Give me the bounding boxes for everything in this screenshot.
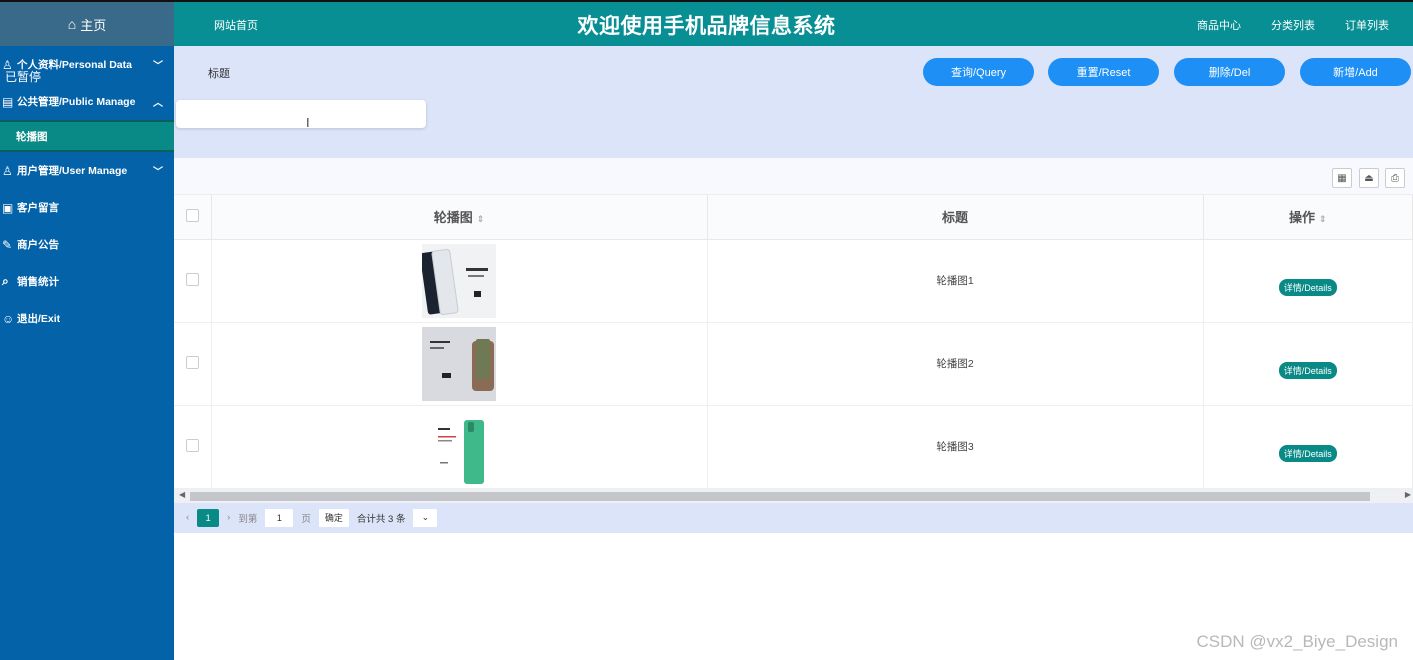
nav-order-list[interactable]: 订单列表 [1345, 17, 1389, 33]
column-header-image[interactable]: 轮播图 ⇕ [211, 195, 708, 240]
action-cell: 详情/Details [1203, 239, 1413, 323]
reset-button[interactable]: 重置/Reset [1048, 58, 1159, 86]
title-cell: 轮播图1 [707, 239, 1204, 323]
carousel-image-cell [211, 239, 708, 323]
user-icon: ♙ [2, 163, 13, 178]
title-cell: 轮播图2 [707, 322, 1204, 406]
sidebar-item-merchant-notice[interactable]: ✎ 商户公告 [0, 226, 174, 263]
sidebar-item-personal-data[interactable]: ♙ 个人资料/Personal Data ﹀ 已暂停 [0, 46, 174, 85]
chevron-down-icon: ⌄ [421, 512, 430, 522]
top-nav: 商品中心 分类列表 订单列表 [1197, 17, 1389, 33]
row-checkbox[interactable] [185, 355, 199, 369]
pagination: ‹ 1 › 到第 1 页 确定 合计共 3 条 ⌄ [174, 502, 1413, 533]
scrollbar-thumb[interactable] [190, 491, 1370, 501]
nav-category-list[interactable]: 分类列表 [1271, 17, 1315, 33]
row-select-cell [174, 405, 212, 489]
table-row: 轮播图1 详情/Details [174, 239, 1413, 323]
goto-page-input[interactable]: 1 [265, 508, 294, 527]
column-header-label: 操作 [1288, 210, 1315, 226]
message-icon: ▣ [2, 200, 14, 215]
exit-icon: ☺ [2, 311, 15, 326]
nav-product-center[interactable]: 商品中心 [1197, 17, 1241, 33]
goto-confirm-button[interactable]: 确定 [318, 508, 349, 527]
carousel-thumbnail-image [422, 409, 496, 484]
carousel-thumbnail-image [422, 243, 496, 318]
carousel-image-cell [211, 322, 708, 406]
column-header-action[interactable]: 操作 ⇕ [1203, 195, 1413, 240]
table-toolbar: ▦ ⏏ ⎙ [174, 158, 1413, 195]
sidebar-item-label: 销售统计 [17, 276, 59, 288]
row-checkbox[interactable] [185, 438, 199, 452]
notice-icon: ✎ [2, 237, 13, 252]
table-row: 轮播图3 详情/Details [174, 405, 1413, 489]
goto-suffix-label: 页 [301, 513, 311, 525]
sort-icon[interactable]: ⇕ [1319, 214, 1327, 224]
page-number-current[interactable]: 1 [197, 508, 220, 527]
prev-page-icon[interactable]: ‹ [186, 512, 189, 523]
sidebar-item-customer-message[interactable]: ▣ 客户留言 [0, 189, 174, 226]
sidebar-item-public-manage[interactable]: ▤ 公共管理/Public Manage ︿ [0, 83, 174, 120]
page-size-select[interactable]: ⌄ [413, 508, 438, 527]
total-count-label: 合计共 3 条 [356, 513, 406, 525]
select-all-cell [174, 195, 212, 240]
row-checkbox[interactable] [185, 272, 199, 286]
sort-icon[interactable]: ⇕ [477, 214, 485, 224]
sidebar-item-user-manage[interactable]: ♙ 用户管理/User Manage ﹀ [0, 152, 174, 189]
horizontal-scrollbar[interactable]: ◀ ▶ [174, 488, 1413, 503]
goto-prefix-label: 到第 [238, 513, 258, 525]
sidebar-item-label: 公共管理/Public Manage [17, 96, 136, 108]
row-select-cell [174, 322, 212, 406]
sidebar-item-label: 退出/Exit [17, 313, 61, 325]
add-button[interactable]: 新增/Add [1300, 58, 1411, 86]
columns-icon[interactable]: ▦ [1332, 168, 1352, 188]
watermark-text: CSDN @vx2_Biye_Design [1196, 632, 1398, 651]
sidebar-item-exit[interactable]: ☺ 退出/Exit [0, 300, 174, 337]
action-cell: 详情/Details [1203, 322, 1413, 406]
search-panel: 标题 I 查询/Query 重置/Reset 删除/Del 新增/Add [174, 46, 1413, 158]
next-page-icon[interactable]: › [227, 512, 230, 523]
sidebar-item-label: 轮播图 [16, 130, 48, 143]
table-row: 轮播图2 详情/Details [174, 322, 1413, 406]
text-cursor-icon: I [306, 115, 310, 130]
chevron-down-icon: ﹀ [153, 167, 163, 178]
details-button[interactable]: 详情/Details [1278, 445, 1337, 462]
sidebar-item-label: 商户公告 [17, 239, 59, 251]
sidebar-item-label: 客户留言 [17, 202, 59, 214]
details-button[interactable]: 详情/Details [1278, 362, 1337, 379]
export-icon[interactable]: ⏏ [1359, 168, 1379, 188]
column-header-label: 标题 [941, 210, 968, 226]
title-cell: 轮播图3 [707, 405, 1204, 489]
column-header-title: 标题 [707, 195, 1204, 240]
sidebar: ♙ 个人资料/Personal Data ﹀ 已暂停 ▤ 公共管理/Public… [0, 46, 174, 660]
scroll-right-icon[interactable]: ▶ [1405, 490, 1411, 499]
print-icon[interactable]: ⎙ [1385, 168, 1405, 188]
action-cell: 详情/Details [1203, 405, 1413, 489]
scroll-left-icon[interactable]: ◀ [179, 490, 185, 499]
chevron-up-icon: ︿ [153, 98, 163, 109]
title-filter-label: 标题 [208, 68, 230, 80]
carousel-image-cell [211, 405, 708, 489]
chevron-down-icon: ﹀ [153, 61, 163, 72]
chart-icon: ⌕ [2, 274, 9, 288]
carousel-thumbnail-image [422, 326, 496, 401]
sidebar-item-label: 用户管理/User Manage [17, 165, 128, 177]
title-filter-input[interactable] [176, 100, 426, 128]
row-select-cell [174, 239, 212, 323]
data-table: 轮播图 ⇕ 标题 操作 ⇕ 轮播图1 详情/Details 轮播图2 详情/De… [174, 195, 1413, 489]
delete-button[interactable]: 删除/Del [1174, 58, 1285, 86]
table-header-row: 轮播图 ⇕ 标题 操作 ⇕ [174, 195, 1413, 240]
data-table-panel: ▦ ⏏ ⎙ 轮播图 ⇕ 标题 操作 ⇕ 轮播图1 详情/Details 轮播图2… [174, 158, 1413, 533]
query-button[interactable]: 查询/Query [923, 58, 1034, 86]
sidebar-subitem-carousel[interactable]: 轮播图 [0, 120, 174, 152]
board-icon: ▤ [2, 94, 14, 109]
column-header-label: 轮播图 [433, 210, 473, 226]
top-header: ⌂ 主页 网站首页 欢迎使用手机品牌信息系统 商品中心 分类列表 订单列表 [0, 0, 1413, 46]
details-button[interactable]: 详情/Details [1278, 279, 1337, 296]
select-all-checkbox[interactable] [185, 208, 199, 222]
sidebar-item-sales-stats[interactable]: ⌕ 销售统计 [0, 263, 174, 300]
